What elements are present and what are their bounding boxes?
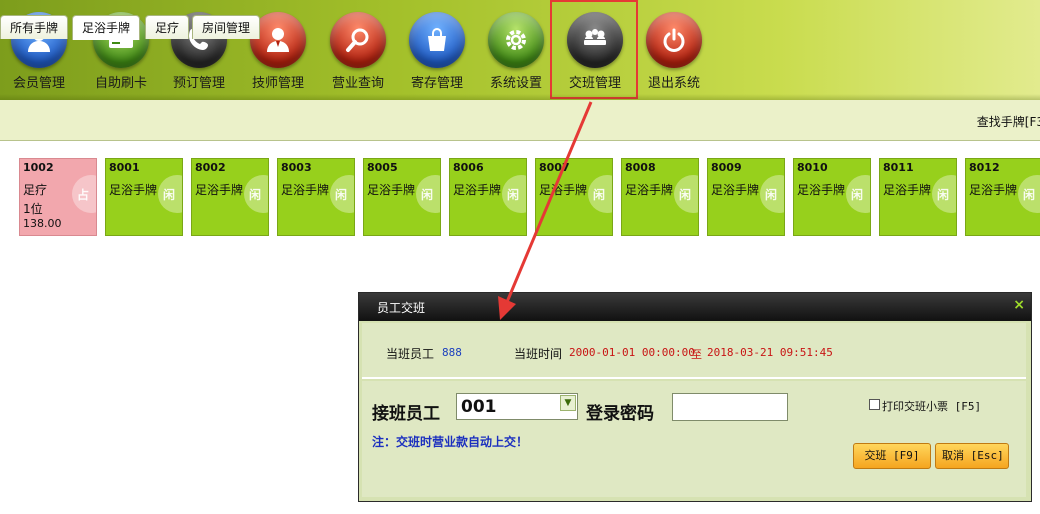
toolbar-label: 会员管理 xyxy=(12,76,65,91)
card-type: 足浴手牌 xyxy=(969,183,1018,197)
duty-info-section: 当班员工 888 当班时间 2000-01-01 00:00:00 至 2018… xyxy=(362,323,1026,379)
card-number: 8005 xyxy=(367,161,398,174)
confirm-handover-button[interactable]: 交班 [F9] xyxy=(853,443,931,469)
card-number: 8006 xyxy=(453,161,484,174)
room-card[interactable]: 8002 足浴手牌 闲 xyxy=(191,158,269,236)
room-card[interactable]: 8012 足浴手牌 闲 xyxy=(965,158,1040,236)
print-receipt-checkbox[interactable] xyxy=(869,399,880,410)
tab-room-management[interactable]: 房间管理 xyxy=(192,15,261,39)
duty-staff-value: 888 xyxy=(442,346,462,359)
card-type: 足浴手牌 xyxy=(711,183,760,197)
card-number: 8012 xyxy=(969,161,1000,174)
toolbar-label: 预订管理 xyxy=(172,76,225,91)
free-badge-icon: 闲 xyxy=(1018,175,1040,213)
card-number: 8003 xyxy=(281,161,312,174)
card-number: 8010 xyxy=(797,161,828,174)
room-card[interactable]: 8005 足浴手牌 闲 xyxy=(363,158,441,236)
card-number: 8007 xyxy=(539,161,570,174)
receiver-label: 接班员工 xyxy=(372,404,440,424)
free-badge-icon: 闲 xyxy=(244,175,268,213)
room-card[interactable]: 8001 足浴手牌 闲 xyxy=(105,158,183,236)
gear-icon xyxy=(488,12,544,68)
room-card[interactable]: 8009 足浴手牌 闲 xyxy=(707,158,785,236)
free-badge-icon: 闲 xyxy=(674,175,698,213)
free-badge-icon: 闲 xyxy=(588,175,612,213)
duty-time-label: 当班时间 xyxy=(514,347,563,361)
close-icon[interactable]: × xyxy=(1013,297,1025,313)
power-icon xyxy=(646,12,702,68)
room-card[interactable]: 8007 足浴手牌 闲 xyxy=(535,158,613,236)
tab-foot-therapy[interactable]: 足疗 xyxy=(145,15,190,39)
find-card-label[interactable]: 查找手牌[F3 xyxy=(977,113,1040,130)
system-settings-button[interactable]: 系统设置 xyxy=(480,10,552,92)
card-type: 足浴手牌 xyxy=(797,183,846,197)
tab-foot-bath-cards[interactable]: 足浴手牌 xyxy=(72,15,141,40)
toolbar-label: 寄存管理 xyxy=(410,76,463,91)
receiver-select[interactable]: 001 ▼ xyxy=(456,393,578,420)
tab-all-cards[interactable]: 所有手牌 xyxy=(0,15,69,39)
card-guests: 1位 xyxy=(23,202,43,216)
card-type: 足浴手牌 xyxy=(539,183,588,197)
receiver-value: 001 xyxy=(461,397,497,417)
free-badge-icon: 闲 xyxy=(416,175,440,213)
password-field[interactable] xyxy=(672,393,788,421)
handover-form-section: 接班员工 001 ▼ 登录密码 打印交班小票 [F5] 注：交班时营业款自动上交… xyxy=(362,381,1026,497)
free-badge-icon: 闲 xyxy=(932,175,956,213)
room-card[interactable]: 8010 足浴手牌 闲 xyxy=(793,158,871,236)
card-type: 足浴手牌 xyxy=(453,183,502,197)
free-badge-icon: 闲 xyxy=(330,175,354,213)
free-badge-icon: 闲 xyxy=(760,175,784,213)
card-type: 足浴手牌 xyxy=(625,183,674,197)
card-type: 足浴手牌 xyxy=(109,183,158,197)
dialog-title-bar: 员工交班 × xyxy=(359,293,1031,321)
duty-time-separator: 至 xyxy=(691,348,702,361)
duty-time-start: 2000-01-01 00:00:00 xyxy=(569,346,695,359)
tab-strip xyxy=(0,100,1040,141)
password-label: 登录密码 xyxy=(586,404,654,424)
duty-time-end: 2018-03-21 09:51:45 xyxy=(707,346,833,359)
card-type: 足浴手牌 xyxy=(883,183,932,197)
card-amount: 138.00 xyxy=(23,217,62,230)
free-badge-icon: 闲 xyxy=(502,175,526,213)
storage-management-button[interactable]: 寄存管理 xyxy=(401,10,473,92)
toolbar-label: 自助刷卡 xyxy=(94,76,147,91)
shift-handover-dialog: 员工交班 × 当班员工 888 当班时间 2000-01-01 00:00:00… xyxy=(358,292,1032,502)
card-number: 8001 xyxy=(109,161,140,174)
room-card[interactable]: 8006 足浴手牌 闲 xyxy=(449,158,527,236)
card-type: 足疗 xyxy=(23,183,48,197)
shift-management-highlight xyxy=(550,0,638,99)
chevron-down-icon[interactable]: ▼ xyxy=(560,395,576,411)
room-card[interactable]: 8008 足浴手牌 闲 xyxy=(621,158,699,236)
room-card[interactable]: 1002 足疗 1位 138.00 占 xyxy=(19,158,97,236)
room-card[interactable]: 8003 足浴手牌 闲 xyxy=(277,158,355,236)
search-icon xyxy=(330,12,386,68)
toolbar-label: 退出系统 xyxy=(647,76,700,91)
toolbar-label: 营业查询 xyxy=(331,76,384,91)
toolbar-label: 技师管理 xyxy=(251,76,304,91)
card-number: 8009 xyxy=(711,161,742,174)
free-badge-icon: 闲 xyxy=(846,175,870,213)
dialog-title: 员工交班 xyxy=(377,301,426,315)
card-number: 1002 xyxy=(23,161,54,174)
card-type: 足浴手牌 xyxy=(281,183,330,197)
business-query-button[interactable]: 营业查询 xyxy=(322,10,394,92)
cancel-button[interactable]: 取消 [Esc] xyxy=(935,443,1009,469)
duty-staff-label: 当班员工 xyxy=(386,347,435,361)
handover-note: 注：交班时营业款自动上交！ xyxy=(372,435,529,449)
card-type: 足浴手牌 xyxy=(195,183,244,197)
toolbar-label: 系统设置 xyxy=(489,76,542,91)
exit-system-button[interactable]: 退出系统 xyxy=(638,10,710,92)
print-receipt-label[interactable]: 打印交班小票 [F5] xyxy=(882,398,981,414)
bag-icon xyxy=(409,12,465,68)
card-type: 足浴手牌 xyxy=(367,183,416,197)
occupied-badge-icon: 占 xyxy=(72,175,96,213)
card-number: 8008 xyxy=(625,161,656,174)
room-card[interactable]: 8011 足浴手牌 闲 xyxy=(879,158,957,236)
card-number: 8002 xyxy=(195,161,226,174)
card-number: 8011 xyxy=(883,161,914,174)
free-badge-icon: 闲 xyxy=(158,175,182,213)
